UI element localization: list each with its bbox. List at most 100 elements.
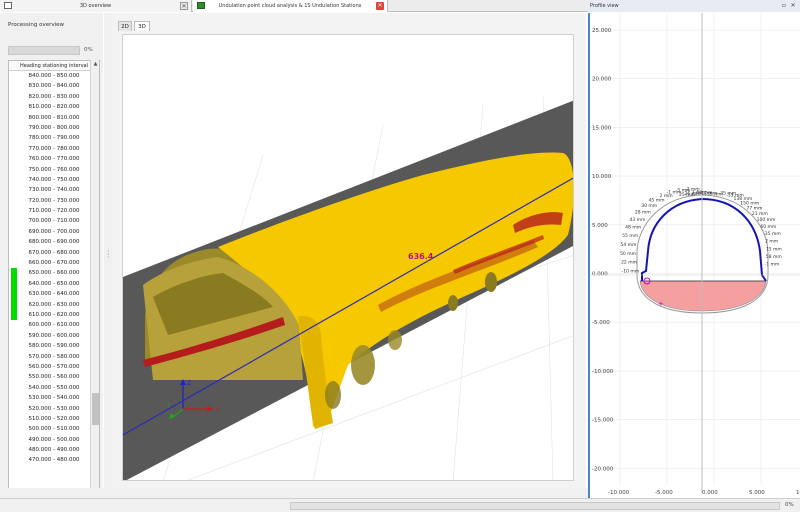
document-tab-bar: 3D overview ✕ Undulation point cloud ana… xyxy=(0,0,800,12)
tab-3d[interactable]: 3D xyxy=(134,21,150,31)
tunnel-3d-render[interactable]: 636.4 Z X Y xyxy=(123,35,574,481)
axis-y-label: Y xyxy=(166,402,171,409)
table-row[interactable]: 810.000 - 820.000 xyxy=(9,102,99,112)
table-row[interactable]: 540.000 - 550.000 xyxy=(9,383,99,393)
row-label: 510.000 - 520.000 xyxy=(28,415,80,422)
deviation-label: 77 mm xyxy=(747,205,763,211)
table-row[interactable]: 770.000 - 780.000 xyxy=(9,144,99,154)
row-label: 790.000 - 800.000 xyxy=(28,124,80,131)
table-row[interactable]: 510.000 - 520.000 xyxy=(9,414,99,424)
table-row[interactable]: 680.000 - 690.000 xyxy=(9,237,99,247)
table-row[interactable]: 630.000 - 640.000 xyxy=(9,289,99,300)
table-row[interactable]: 490.000 - 500.000 xyxy=(9,435,99,445)
table-row[interactable]: 780.000 - 790.000 xyxy=(9,133,99,143)
table-row[interactable]: 620.000 - 630.000 xyxy=(9,299,99,310)
table-row[interactable]: 570.000 - 580.000 xyxy=(9,352,99,362)
table-row[interactable]: 710.000 - 720.000 xyxy=(9,206,99,216)
table-row[interactable]: 840.000 - 850.000 xyxy=(9,71,99,81)
table-row[interactable]: 500.000 - 510.000 xyxy=(9,424,99,434)
table-row[interactable]: 520.000 - 530.000 xyxy=(9,404,99,414)
3d-viewport[interactable]: 636.4 Z X Y xyxy=(122,34,574,481)
table-row[interactable]: 640.000 - 650.000 xyxy=(9,278,99,290)
table-row[interactable]: 740.000 - 750.000 xyxy=(9,175,99,185)
y-tick-label: 25.000 xyxy=(592,28,612,34)
processing-percent: 0% xyxy=(84,47,93,53)
deviation-label: 55 mm xyxy=(622,233,638,239)
row-label: 550.000 - 560.000 xyxy=(28,374,80,381)
table-row[interactable]: 580.000 - 590.000 xyxy=(9,341,99,351)
table-row[interactable]: 670.000 - 680.000 xyxy=(9,248,99,258)
splitter-grip-icon[interactable]: · · · xyxy=(107,248,110,262)
row-label: 560.000 - 570.000 xyxy=(28,363,80,370)
tab-label: Profile view xyxy=(590,3,619,9)
y-tick-label: 10.000 xyxy=(592,174,612,180)
close-icon[interactable]: ✕ xyxy=(180,2,188,10)
table-row[interactable]: 550.000 - 560.000 xyxy=(9,372,99,382)
deviation-label: 28 mm xyxy=(635,210,651,216)
tab-2d[interactable]: 2D xyxy=(118,21,132,31)
table-row[interactable]: 800.000 - 810.000 xyxy=(9,113,99,123)
row-label: 680.000 - 690.000 xyxy=(28,239,80,246)
table-row[interactable]: 720.000 - 730.000 xyxy=(9,196,99,206)
column-header-heading-stationing[interactable]: Heading stationing interval xyxy=(9,61,99,71)
deviation-label: 60 mm xyxy=(760,224,776,230)
table-scrollbar[interactable]: ▲ ▼ xyxy=(90,60,99,500)
deviation-label: 43 mm xyxy=(629,217,645,223)
cursor-marker: + xyxy=(658,300,664,308)
y-tick-label: -15.000 xyxy=(592,418,614,424)
row-label: 750.000 - 760.000 xyxy=(28,166,80,173)
table-row[interactable]: 480.000 - 490.000 xyxy=(9,445,99,455)
close-icon[interactable]: ✕ xyxy=(376,2,384,10)
scroll-up-icon[interactable]: ▲ xyxy=(92,61,99,68)
tab-profile-view[interactable]: Profile view ▫ ✕ xyxy=(588,0,800,12)
table-row[interactable]: 590.000 - 600.000 xyxy=(9,331,99,341)
y-tick-label: -10.000 xyxy=(592,369,614,375)
processed-marker xyxy=(11,309,17,321)
restore-icon[interactable]: ▫ xyxy=(782,2,786,9)
row-label: 480.000 - 490.000 xyxy=(28,447,80,454)
x-tick-label: 10.000 xyxy=(796,490,800,496)
deviation-spot xyxy=(485,272,497,292)
table-row[interactable]: 830.000 - 840.000 xyxy=(9,81,99,91)
tab-undulation-analysis[interactable]: Undulation point cloud analysis & 1S Und… xyxy=(193,0,388,12)
analysis-icon xyxy=(197,2,205,9)
table-row[interactable]: 470.000 - 480.000 xyxy=(9,455,99,465)
y-tick-label: 5.000 xyxy=(592,223,608,229)
table-row[interactable]: 700.000 - 710.000 xyxy=(9,216,99,226)
tab-3d-overview[interactable]: 3D overview ✕ xyxy=(0,0,192,12)
status-bar: 0% xyxy=(0,498,800,512)
table-row[interactable]: 560.000 - 570.000 xyxy=(9,362,99,372)
deviation-label: 48 mm xyxy=(625,225,641,231)
row-label: 730.000 - 740.000 xyxy=(28,187,80,194)
table-row[interactable]: 610.000 - 620.000 xyxy=(9,309,99,321)
table-row[interactable]: 760.000 - 770.000 xyxy=(9,154,99,164)
table-row[interactable]: 750.000 - 760.000 xyxy=(9,165,99,175)
table-row[interactable]: 730.000 - 740.000 xyxy=(9,185,99,195)
row-label: 490.000 - 500.000 xyxy=(28,436,80,443)
row-label: 760.000 - 770.000 xyxy=(28,156,80,163)
deviation-label: 45 mm xyxy=(649,197,665,203)
row-label: 540.000 - 550.000 xyxy=(28,384,80,391)
table-row[interactable]: 530.000 - 540.000 xyxy=(9,393,99,403)
x-tick-label: -10.000 xyxy=(608,490,630,496)
row-label: 840.000 - 850.000 xyxy=(28,73,80,79)
axis-x-label: X xyxy=(215,406,219,413)
row-label: 570.000 - 580.000 xyxy=(28,353,80,360)
processed-marker xyxy=(11,289,17,300)
close-icon[interactable]: ✕ xyxy=(789,2,797,10)
deviation-spot xyxy=(448,295,458,311)
table-row[interactable]: 820.000 - 830.000 xyxy=(9,92,99,102)
deviation-label: 54 mm xyxy=(620,242,636,248)
row-label: 720.000 - 730.000 xyxy=(28,197,80,204)
table-row[interactable]: 690.000 - 700.000 xyxy=(9,227,99,237)
row-label: 710.000 - 720.000 xyxy=(28,208,80,215)
table-row[interactable]: 600.000 - 610.000 xyxy=(9,320,99,330)
row-label: 610.000 - 620.000 xyxy=(28,311,80,318)
profile-plot[interactable]: 25.000 20.000 15.000 10.000 5.000 0.000 -5.000… xyxy=(590,13,800,498)
scroll-thumb[interactable] xyxy=(92,393,99,425)
deviation-label: 21 mm xyxy=(752,211,768,217)
table-row[interactable]: 790.000 - 800.000 xyxy=(9,123,99,133)
table-row[interactable]: 650.000 - 660.000 xyxy=(9,268,99,279)
deviation-label: -1 mm xyxy=(765,262,780,268)
table-row[interactable]: 660.000 - 670.000 xyxy=(9,258,99,268)
